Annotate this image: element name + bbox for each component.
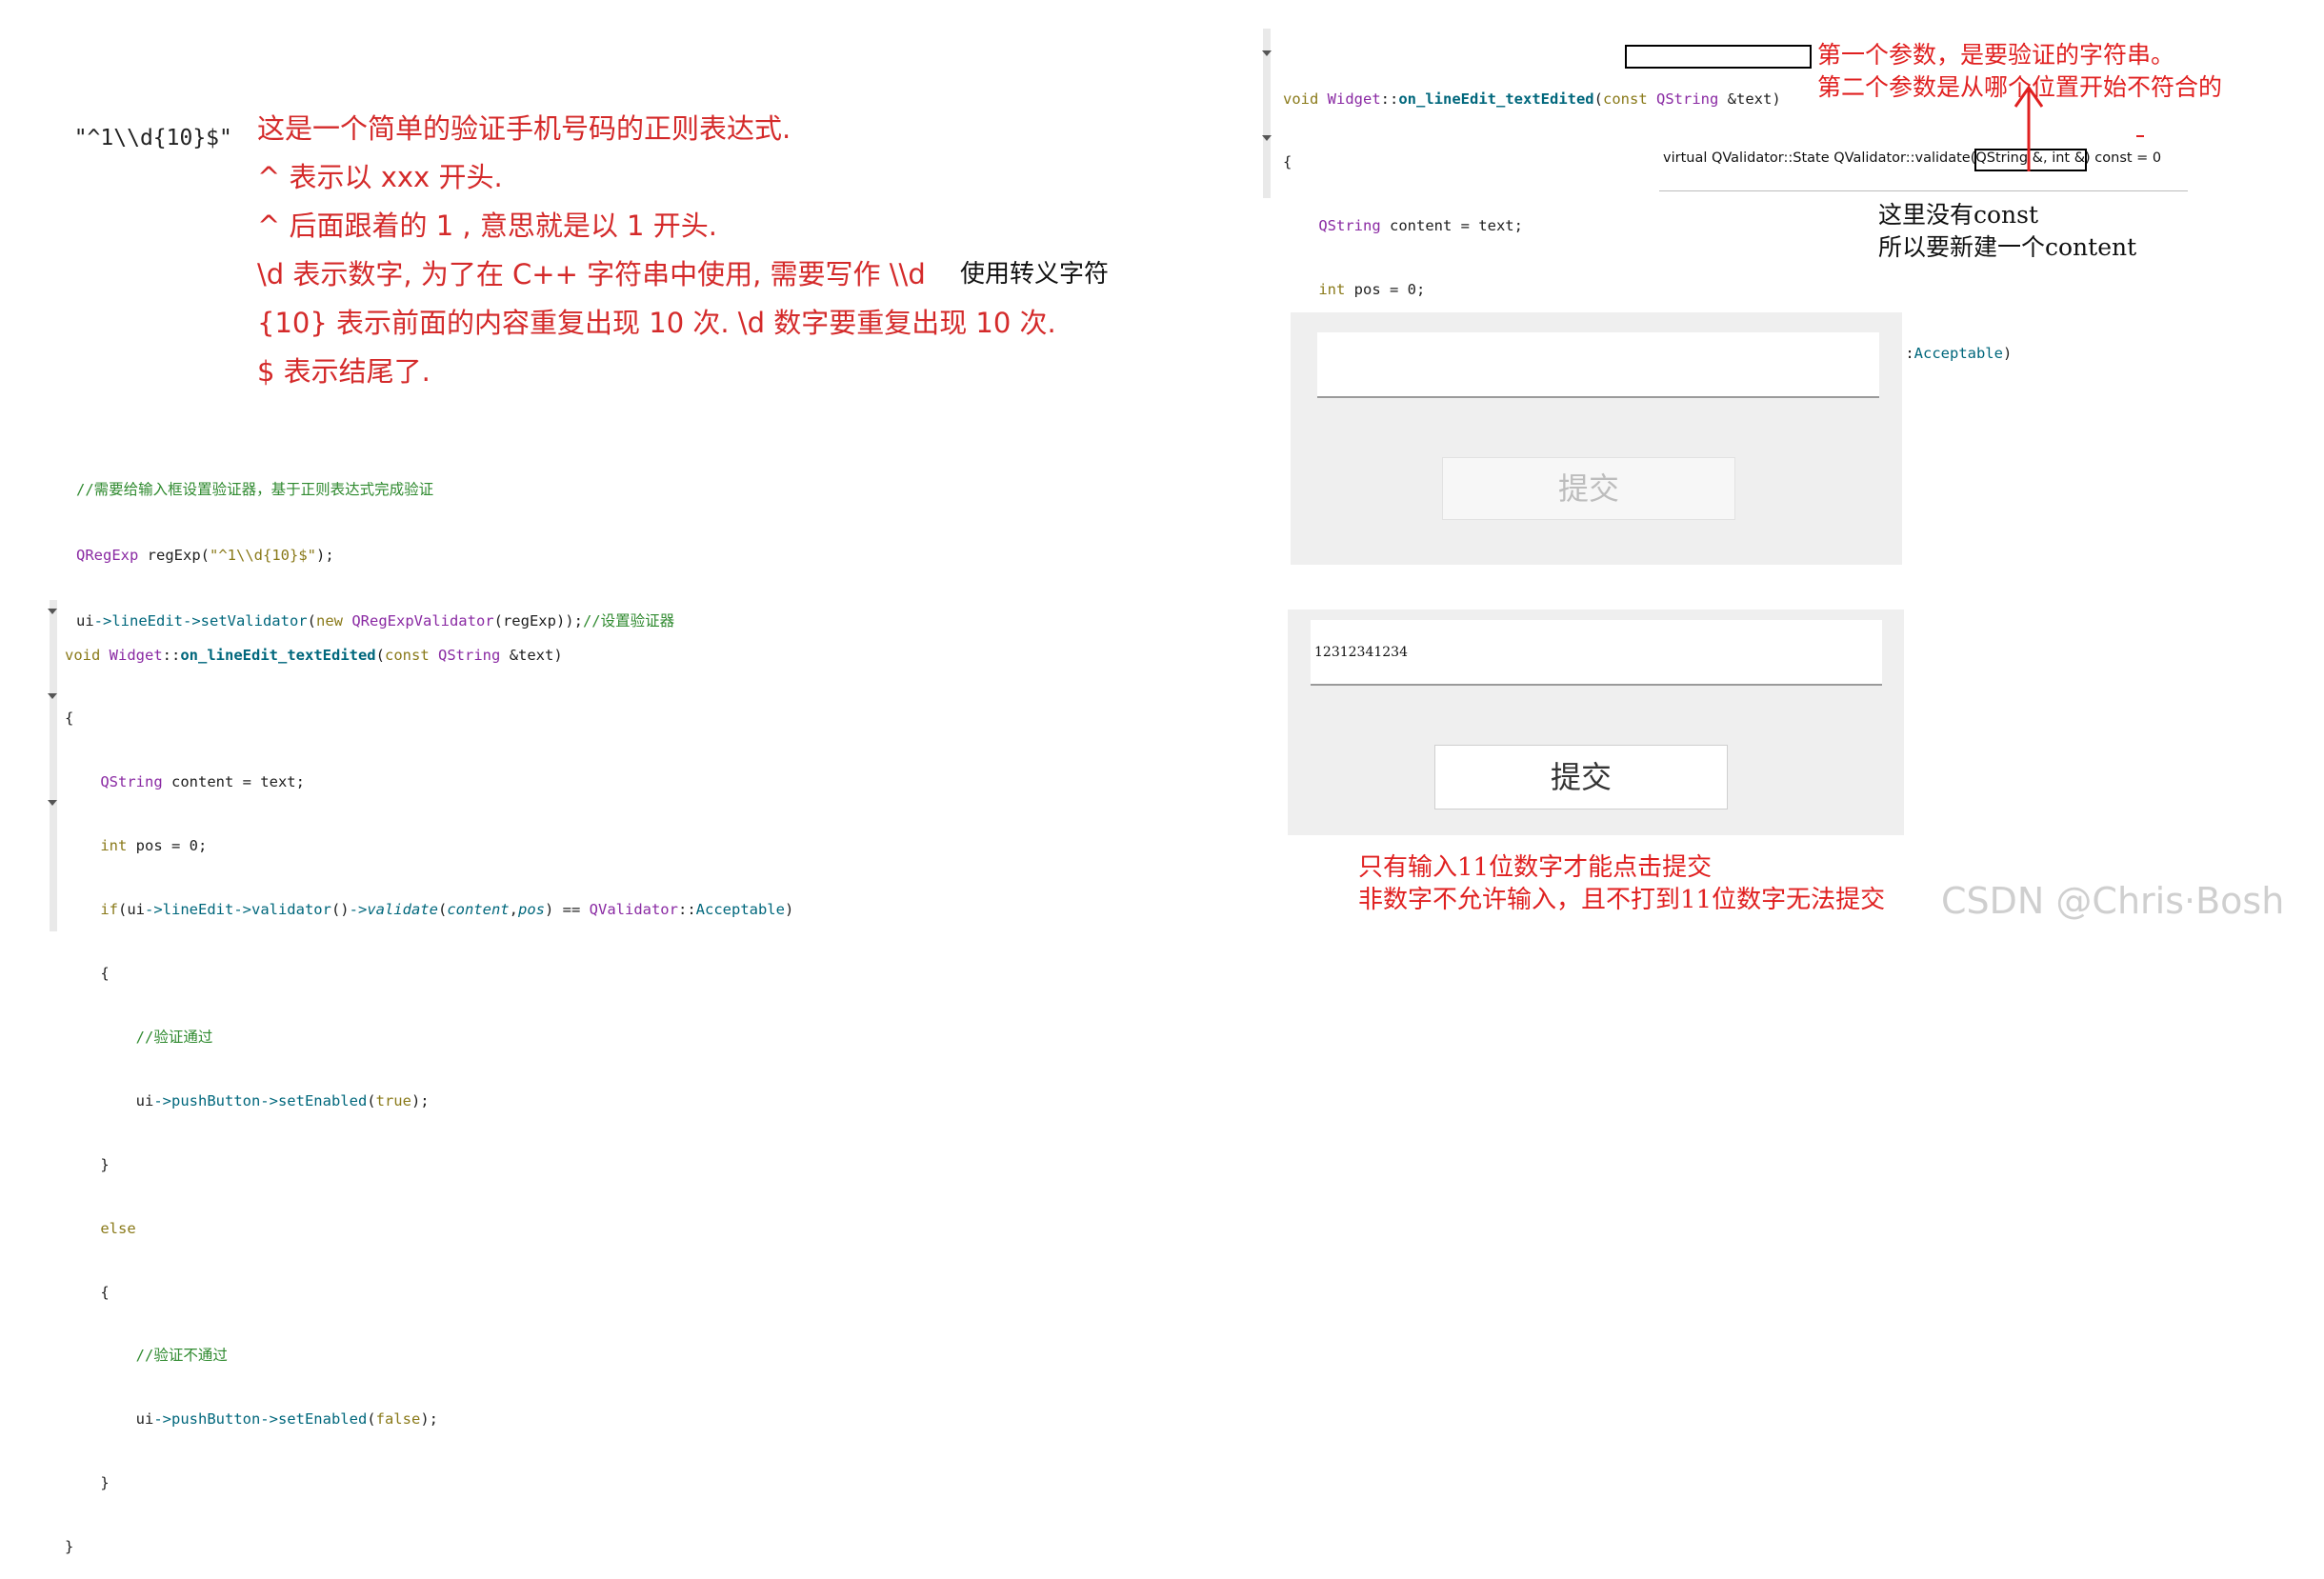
demo-panel-filled: 12312341234 提交 — [1288, 610, 1904, 835]
const-param-highlight — [1625, 45, 1812, 69]
submit-button-enabled[interactable]: 提交 — [1434, 745, 1728, 809]
regex-literal-text: "^1\\d{10}$" — [73, 126, 232, 150]
code-line-6: { — [65, 965, 110, 983]
fold-marker-3 — [48, 800, 57, 806]
code-line-11: { — [65, 1283, 110, 1301]
regex-explanation: 这是一个简单的验证手机号码的正则表达式. ^ 表示以 xxx 开头. ^ 后面跟… — [257, 105, 1114, 396]
snippet-line-4: int pos = 0; — [1318, 281, 1426, 299]
explain-line-3: ^ 后面跟着的 1 , 意思就是以 1 开头. — [257, 210, 717, 242]
fold-marker-2 — [48, 693, 57, 699]
code-line-3: QString content = text; — [100, 773, 305, 791]
signature-tooltip: virtual QValidator::State QValidator::va… — [1659, 148, 2188, 191]
note-params-1: 第一个参数，是要验证的字符串。 — [1817, 41, 2175, 69]
phone-input-filled-value: 12312341234 — [1314, 645, 1408, 660]
code-line-14: } — [65, 1474, 110, 1492]
escape-note: 使用转义字符 — [960, 260, 1110, 289]
csdn-watermark: CSDN @Chris·Bosh — [1941, 880, 2285, 922]
code-line-12: //验证不通过 — [135, 1347, 228, 1365]
phone-input-filled[interactable]: 12312341234 — [1311, 620, 1882, 686]
demo-panel-empty: 提交 — [1291, 312, 1902, 565]
bottom-note-1: 只有输入11位数字才能点击提交 — [1358, 853, 1713, 882]
submit-button-disabled-label: 提交 — [1557, 470, 1619, 507]
code-line-15: } — [65, 1538, 74, 1556]
slot-code-block: void Widget::on_lineEdit_textEdited(cons… — [65, 602, 793, 1579]
code-line-10: else — [100, 1219, 136, 1237]
explain-line-2: ^ 表示以 xxx 开头. — [257, 161, 503, 193]
code-gutter-left — [50, 600, 57, 931]
submit-button-disabled[interactable]: 提交 — [1442, 457, 1735, 520]
fold-marker-1 — [48, 609, 57, 614]
phone-input-empty[interactable] — [1317, 332, 1879, 398]
bottom-note-2: 非数字不允许输入，且不打到11位数字无法提交 — [1358, 886, 1886, 914]
code-line-7: //验证通过 — [135, 1028, 213, 1046]
explain-line-1: 这是一个简单的验证手机号码的正则表达式. — [257, 112, 791, 145]
red-dash-mark — [2136, 135, 2144, 137]
validator-comment: //需要给输入框设置验证器，基于正则表达式完成验证 — [76, 481, 434, 498]
validator-line-2: QRegExp regExp("^1\\d{10}$"); — [76, 547, 334, 564]
annotation-arrow — [2013, 85, 2044, 171]
code-line-8: ui->pushButton->setEnabled(true); — [65, 1091, 430, 1109]
code-line-4: int pos = 0; — [100, 837, 208, 855]
explain-line-5: {10} 表示前面的内容重复出现 10 次. \d 数字要重复出现 10 次. — [257, 307, 1056, 339]
regex-literal: "^1\\d{10}$" — [48, 101, 232, 150]
fold-marker-r2 — [1262, 135, 1272, 141]
note-const-2: 所以要新建一个content — [1878, 233, 2137, 261]
explain-line-4: \d 表示数字, 为了在 C++ 字符串中使用, 需要写作 \\d — [257, 258, 926, 290]
explain-line-6: $ 表示结尾了. — [257, 355, 431, 388]
note-const-1: 这里没有const — [1878, 201, 2039, 229]
code-line-5: if(ui->lineEdit->validator()->validate(c… — [100, 901, 794, 919]
submit-button-enabled-label: 提交 — [1550, 759, 1612, 795]
code-line-9: } — [65, 1155, 110, 1173]
code-line-2: { — [65, 710, 74, 728]
code-line-13: ui->pushButton->setEnabled(false); — [65, 1410, 438, 1429]
fold-marker-r1 — [1262, 50, 1272, 56]
code-line-1: void Widget::on_lineEdit_textEdited(cons… — [65, 646, 563, 664]
